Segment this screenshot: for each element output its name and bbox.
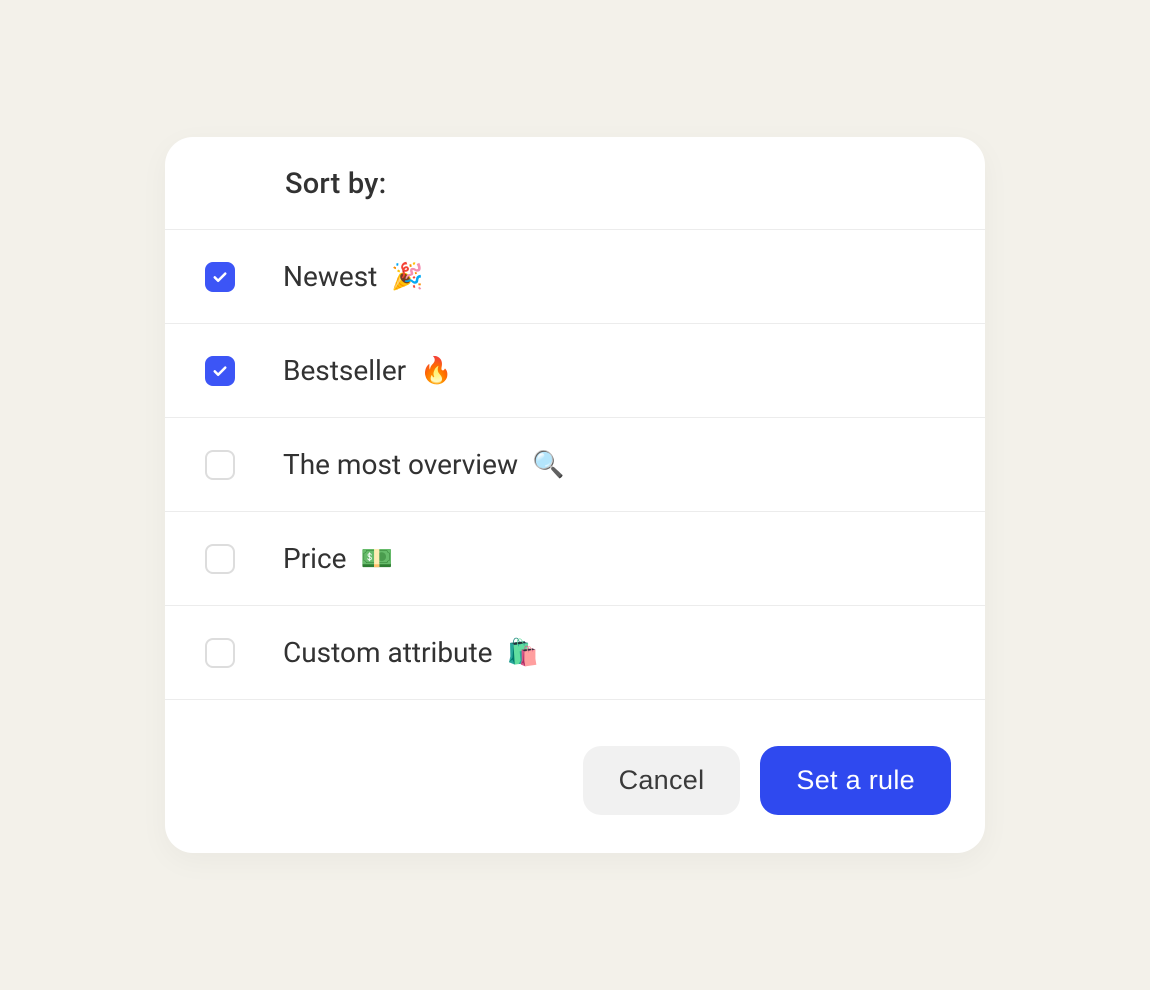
dialog-title: Sort by: [285,167,945,201]
checkbox-price[interactable] [205,544,235,574]
option-label: The most overview 🔍 [283,448,564,481]
option-most-overview[interactable]: The most overview 🔍 [165,417,985,511]
checkbox-custom-attribute[interactable] [205,638,235,668]
sort-dialog: Sort by: Newest 🎉 Bestseller 🔥 The [165,137,985,853]
option-label: Newest 🎉 [283,260,424,293]
checkbox-newest[interactable] [205,262,235,292]
option-bestseller[interactable]: Bestseller 🔥 [165,323,985,417]
option-price[interactable]: Price 💵 [165,511,985,605]
option-newest[interactable]: Newest 🎉 [165,229,985,323]
check-icon [211,268,229,286]
dollar-banknote-icon: 💵 [360,544,392,574]
option-label: Price 💵 [283,542,393,575]
check-icon [211,362,229,380]
option-text: Custom attribute [283,636,492,669]
set-rule-button[interactable]: Set a rule [760,746,951,815]
option-label: Custom attribute 🛍️ [283,636,539,669]
options-list: Newest 🎉 Bestseller 🔥 The most overview … [165,229,985,700]
option-label: Bestseller 🔥 [283,354,453,387]
option-custom-attribute[interactable]: Custom attribute 🛍️ [165,605,985,700]
cancel-button[interactable]: Cancel [583,746,741,815]
option-text: Bestseller [283,354,406,387]
dialog-header: Sort by: [165,137,985,229]
magnifying-glass-icon: 🔍 [532,450,564,480]
shopping-bags-icon: 🛍️ [506,638,538,668]
option-text: Newest [283,260,377,293]
checkbox-most-overview[interactable] [205,450,235,480]
dialog-footer: Cancel Set a rule [165,700,985,853]
checkbox-bestseller[interactable] [205,356,235,386]
party-popper-icon: 🎉 [391,262,423,292]
fire-icon: 🔥 [420,356,452,386]
option-text: The most overview [283,448,518,481]
option-text: Price [283,542,346,575]
